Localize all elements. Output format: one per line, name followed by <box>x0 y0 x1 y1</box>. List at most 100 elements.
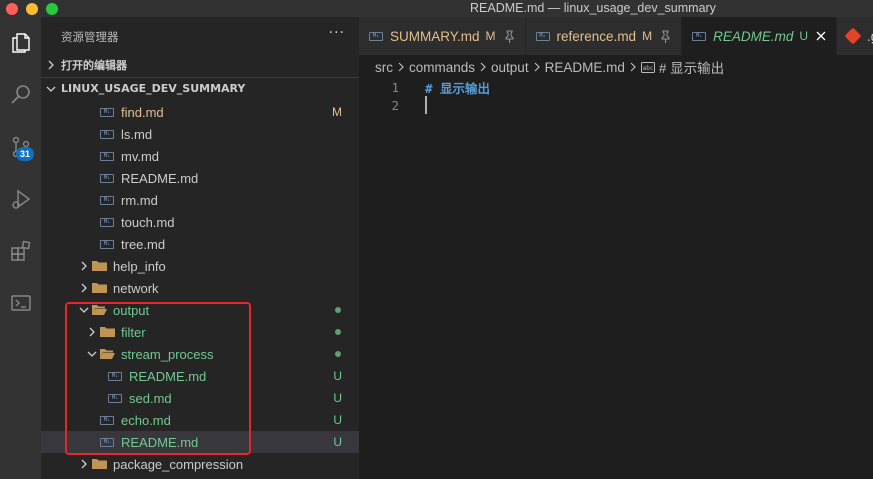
twistie-spacer <box>93 365 107 387</box>
tree-file[interactable]: M↓ mv.md <box>41 145 359 167</box>
tree-item-label: touch.md <box>121 214 175 230</box>
folder-icon <box>99 321 115 343</box>
files-icon <box>11 33 30 53</box>
tree-file[interactable]: M↓ rm.md <box>41 189 359 211</box>
pin-icon[interactable] <box>660 30 671 43</box>
breadcrumb-symbol[interactable]: # 显示输出 <box>659 57 724 77</box>
tree-item-label: package_compression <box>113 456 244 472</box>
chevron-right-icon[interactable] <box>77 255 91 277</box>
scm-badge: 31 <box>16 147 34 161</box>
search-icon <box>10 85 30 104</box>
tree-folder-help-info[interactable]: help_info <box>41 255 359 277</box>
git-change-dot <box>335 329 341 335</box>
tab-label: README.md <box>713 28 794 44</box>
tree-item-label: network <box>113 280 159 296</box>
project-label: LINUX_USAGE_DEV_SUMMARY <box>61 82 246 95</box>
twistie-spacer <box>85 123 99 145</box>
editor-line[interactable]: 1 # 显示输出 <box>359 78 873 96</box>
chevron-right-icon <box>533 62 541 72</box>
tree-item-label: find.md <box>121 104 164 120</box>
tab-reference-md[interactable]: M↓ reference.md M <box>525 17 683 55</box>
markdown-file-icon: M↓ <box>99 123 115 145</box>
pin-icon[interactable] <box>504 30 515 43</box>
markdown-file-icon: M↓ <box>107 387 123 409</box>
tree-item-label: README.md <box>121 170 199 186</box>
tree-file[interactable]: M↓ echo.md U <box>41 409 359 431</box>
tree-file[interactable]: M↓ README.md U <box>41 431 359 453</box>
tree-file[interactable]: M↓ sed.md U <box>41 387 359 409</box>
chevron-right-icon[interactable] <box>77 453 91 475</box>
breadcrumb-item[interactable]: output <box>491 60 529 75</box>
more-actions-button[interactable]: ··· <box>329 25 345 41</box>
markdown-file-icon: M↓ <box>369 31 383 41</box>
tree-file[interactable]: M↓ ls.md <box>41 123 359 145</box>
terminal-activity[interactable] <box>0 283 41 323</box>
close-window-button[interactable] <box>6 3 18 15</box>
markdown-file-icon: M↓ <box>99 233 115 255</box>
tree-folder-output[interactable]: output <box>41 299 359 321</box>
git-status-badge: M <box>332 105 342 119</box>
tab-git-status: M <box>642 29 653 43</box>
tree-file[interactable]: M↓ find.md M <box>41 101 359 123</box>
open-editors-section[interactable]: 打开的编辑器 <box>41 54 359 76</box>
tree-folder-package-compression[interactable]: package_compression <box>41 453 359 475</box>
markdown-file-icon: M↓ <box>99 189 115 211</box>
tree-item-label: mv.md <box>121 148 160 164</box>
markdown-file-icon: M↓ <box>535 31 550 41</box>
markdown-file-icon: M↓ <box>99 431 115 453</box>
tree-item-label: ls.md <box>121 126 153 142</box>
tab-summary-md[interactable]: M↓ SUMMARY.md M <box>359 17 526 55</box>
maximize-window-button[interactable] <box>46 3 58 15</box>
search-activity[interactable] <box>0 75 41 115</box>
debug-icon <box>11 189 30 209</box>
twistie-spacer <box>93 387 107 409</box>
tree-item-label: rm.md <box>121 192 158 208</box>
chevron-right-icon[interactable] <box>77 277 91 299</box>
extensions-activity[interactable] <box>0 231 41 271</box>
close-icon[interactable] <box>816 31 826 41</box>
git-change-dot <box>335 351 341 357</box>
twistie-spacer <box>85 189 99 211</box>
minimize-window-button[interactable] <box>26 3 38 15</box>
line-number: 2 <box>391 97 399 113</box>
tree-folder-network[interactable]: network <box>41 277 359 299</box>
line-number: 1 <box>391 79 399 95</box>
tree-item-label: output <box>113 302 150 318</box>
window-title: README.md — linux_usage_dev_summary <box>470 1 716 15</box>
chevron-right-icon <box>479 62 487 72</box>
chevron-down-icon <box>41 84 61 94</box>
chevron-right-icon <box>397 62 405 72</box>
breadcrumb-item[interactable]: src <box>375 60 393 75</box>
twistie-spacer <box>85 101 99 123</box>
breadcrumb-item[interactable]: README.md <box>545 60 625 75</box>
line-text: # 显示输出 <box>425 80 491 96</box>
run-debug-activity[interactable] <box>0 179 41 219</box>
chevron-down-icon[interactable] <box>77 299 91 321</box>
breadcrumb: src commands output README.md abc # 显示输出 <box>375 56 724 78</box>
markdown-file-icon: M↓ <box>99 211 115 233</box>
activity-bar: 31 <box>0 17 41 479</box>
markdown-file-icon: M↓ <box>107 365 123 387</box>
tab--g[interactable]: .g <box>837 17 873 55</box>
git-status-badge: U <box>333 413 342 427</box>
explorer-activity[interactable] <box>0 23 41 63</box>
editor-line[interactable]: 2 <box>359 96 873 114</box>
project-section[interactable]: LINUX_USAGE_DEV_SUMMARY <box>41 77 359 99</box>
chevron-right-icon[interactable] <box>85 321 99 343</box>
tree-folder-stream-process[interactable]: stream_process <box>41 343 359 365</box>
tree-item-label: filter <box>121 324 146 340</box>
twistie-spacer <box>85 233 99 255</box>
tree-file[interactable]: M↓ tree.md <box>41 233 359 255</box>
explorer-header: 资源管理器 <box>61 30 119 44</box>
tab-git-status: U <box>799 29 809 43</box>
tree-file[interactable]: M↓ README.md U <box>41 365 359 387</box>
breadcrumb-item[interactable]: commands <box>409 60 475 75</box>
editor-area[interactable]: 1 # 显示输出 2 <box>359 78 873 479</box>
chevron-down-icon[interactable] <box>85 343 99 365</box>
tree-folder-filter[interactable]: filter <box>41 321 359 343</box>
tree-file[interactable]: M↓ touch.md <box>41 211 359 233</box>
editor-tab-bar: M↓ SUMMARY.md M M↓ reference.md M M↓ README.md U… <box>359 17 873 55</box>
title-bar: README.md — linux_usage_dev_summary <box>0 0 873 17</box>
tree-file[interactable]: M↓ README.md <box>41 167 359 189</box>
tab-readme-md[interactable]: M↓ README.md U <box>682 17 838 55</box>
